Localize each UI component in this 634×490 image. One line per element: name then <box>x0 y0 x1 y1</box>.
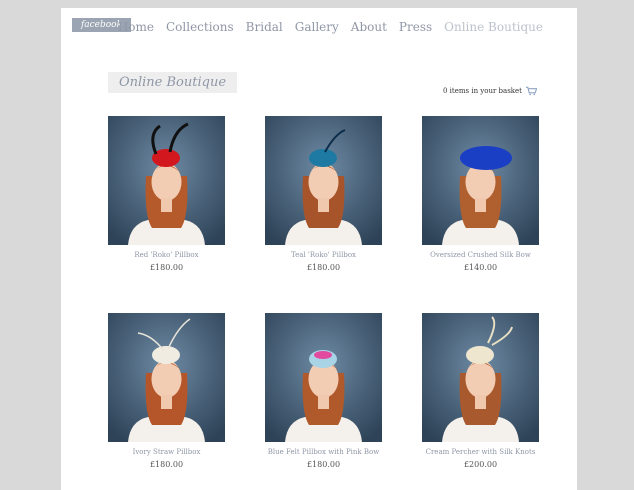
product-price: £140.00 <box>463 263 498 272</box>
nav-online-boutique[interactable]: Online Boutique <box>444 20 543 34</box>
nav-home[interactable]: Home <box>118 20 154 34</box>
product-card[interactable]: Teal 'Roko' Pillbox £180.00 <box>265 116 382 273</box>
product-name[interactable]: Ivory Straw Pillbox <box>108 448 225 457</box>
product-card[interactable]: Cream Percher with Silk Knots £200.00 <box>422 313 539 470</box>
nav-press[interactable]: Press <box>399 20 432 34</box>
basket-text: 0 items in your basket <box>443 87 522 95</box>
product-photo[interactable] <box>422 116 539 245</box>
product-card[interactable]: Ivory Straw Pillbox £180.00 <box>108 313 225 470</box>
product-name[interactable]: Red 'Roko' Pillbox <box>108 251 225 260</box>
product-price: £180.00 <box>149 263 184 272</box>
main-nav: Home Collections Bridal Gallery About Pr… <box>106 18 543 36</box>
product-name[interactable]: Oversized Crushed Silk Bow <box>422 251 539 260</box>
product-name[interactable]: Blue Felt Pillbox with Pink Bow <box>265 448 382 457</box>
nav-collections[interactable]: Collections <box>166 20 234 34</box>
product-card[interactable]: Red 'Roko' Pillbox £180.00 <box>108 116 225 273</box>
product-photo[interactable] <box>108 313 225 442</box>
product-name[interactable]: Teal 'Roko' Pillbox <box>265 251 382 260</box>
nav-about[interactable]: About <box>351 20 387 34</box>
product-price: £180.00 <box>306 263 341 272</box>
product-price: £180.00 <box>306 460 341 469</box>
product-photo[interactable] <box>108 116 225 245</box>
product-photo[interactable] <box>265 313 382 442</box>
page-title: Online Boutique <box>108 72 237 93</box>
product-name[interactable]: Cream Percher with Silk Knots <box>422 448 539 457</box>
product-price: £200.00 <box>463 460 498 469</box>
product-photo[interactable] <box>265 116 382 245</box>
nav-bridal[interactable]: Bridal <box>246 20 283 34</box>
product-photo[interactable] <box>422 313 539 442</box>
basket-summary[interactable]: 0 items in your basket <box>443 86 537 96</box>
page-container: facebook Home Collections Bridal Gallery… <box>61 8 577 490</box>
product-price: £180.00 <box>149 460 184 469</box>
cart-icon[interactable] <box>526 86 537 96</box>
product-card[interactable]: Oversized Crushed Silk Bow £140.00 <box>422 116 539 273</box>
product-card[interactable]: Blue Felt Pillbox with Pink Bow £180.00 <box>265 313 382 470</box>
nav-gallery[interactable]: Gallery <box>295 20 339 34</box>
